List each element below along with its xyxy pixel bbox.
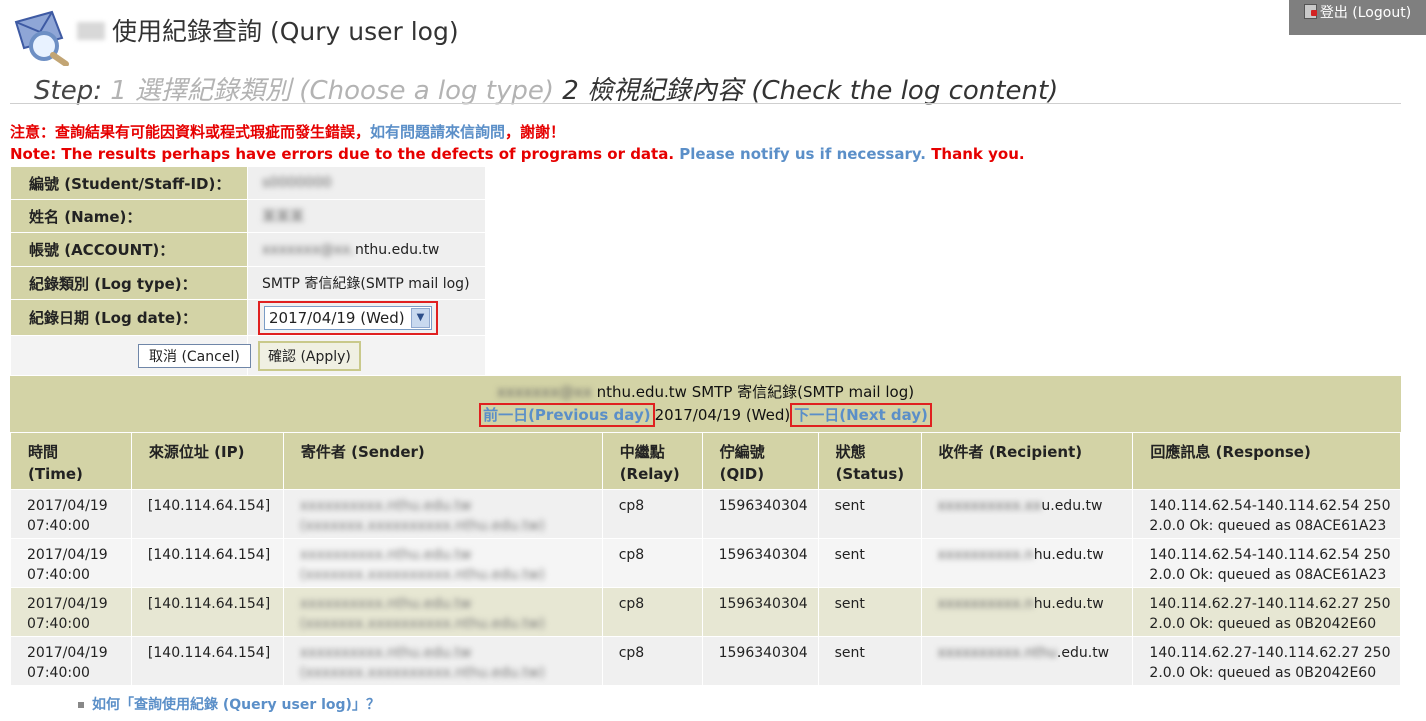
cell-response: 140.114.62.27-140.114.62.27 250 2.0.0 Ok:…	[1132, 587, 1401, 637]
cancel-button[interactable]: 取消 (Cancel)	[138, 343, 251, 368]
cell-ip: [140.114.64.154]	[130, 636, 284, 686]
col-status: 狀態 (Status)	[817, 432, 922, 490]
steps-label: Step:	[34, 76, 102, 106]
note-en-text: Note: The results perhaps have errors du…	[10, 145, 675, 163]
previous-day-link[interactable]: 前一日(Previous day)	[479, 403, 655, 427]
log-current-date: 2017/04/19 (Wed)	[654, 406, 791, 424]
cell-recipient: xxxxxxxxxx.nhu.edu.tw	[920, 587, 1134, 637]
note-en-thanks: Thank you.	[931, 145, 1025, 163]
note-zh-thanks: ，謝謝！	[505, 123, 566, 141]
col-sender: 寄件者 (Sender)	[282, 432, 603, 490]
cell-relay: cp8	[601, 538, 703, 588]
account-label: 帳號 (ACCOUNT)：	[10, 232, 248, 267]
logtype-value: SMTP 寄信紀錄(SMTP mail log)	[247, 266, 486, 300]
cell-response: 140.114.62.54-140.114.62.54 250 2.0.0 Ok:…	[1132, 489, 1401, 539]
cell-status: sent	[817, 587, 922, 637]
cell-status: sent	[817, 538, 922, 588]
cell-response: 140.114.62.54-140.114.62.54 250 2.0.0 Ok:…	[1132, 538, 1401, 588]
steps-breadcrumb: Step: 1 選擇紀錄類別 (Choose a log type) 2 檢視紀…	[34, 70, 1058, 107]
cell-qid: 1596340304	[701, 587, 819, 637]
note-chinese: 注意：查詢結果有可能因資料或程式瑕疵而發生錯誤，如有問題請來信詢問，謝謝！	[10, 121, 565, 142]
note-zh-text: 注意：查詢結果有可能因資料或程式瑕疵而發生錯誤，	[10, 123, 371, 141]
logdate-selected-value: 2017/04/19 (Wed)	[269, 308, 405, 327]
cell-sender: xxxxxxxxxx.nthu.edu.tw (xxxxxxx.xxxxxxxxx…	[282, 489, 603, 539]
logdate-highlight: 2017/04/19 (Wed) ▼	[258, 300, 438, 335]
mail-search-icon	[14, 10, 69, 66]
cell-relay: cp8	[601, 587, 703, 637]
cell-recipient: xxxxxxxxxx.xxu.edu.tw	[920, 489, 1134, 539]
query-form: 編號 (Student/Staff-ID)： s0000000 姓名 (Name…	[10, 166, 486, 376]
note-english: Note: The results perhaps have errors du…	[10, 145, 1025, 163]
log-title: xxxxxxx@xx nthu.edu.tw SMTP 寄信紀錄(SMTP ma…	[496, 383, 915, 401]
cell-recipient: xxxxxxxxxx.nthu.edu.tw	[920, 636, 1134, 686]
cell-qid: 1596340304	[701, 489, 819, 539]
next-day-link[interactable]: 下一日(Next day)	[790, 403, 932, 427]
name-label: 姓名 (Name)：	[10, 199, 248, 233]
cell-time: 2017/04/19 07:40:00	[10, 636, 132, 686]
log-table: 時間 (Time) 來源位址 (IP) 寄件者 (Sender) 中繼點 (Re…	[10, 432, 1401, 686]
log-section: xxxxxxx@xx nthu.edu.tw SMTP 寄信紀錄(SMTP ma…	[10, 376, 1401, 686]
col-time: 時間 (Time)	[10, 432, 132, 490]
logtype-label: 紀錄類別 (Log type)：	[10, 266, 248, 300]
col-qid: 佇編號 (QID)	[701, 432, 819, 490]
logout-door-icon	[1303, 4, 1317, 19]
bullet-icon	[78, 702, 84, 708]
table-row: 2017/04/19 07:40:00 [140.114.64.154] xxxx…	[10, 489, 1401, 539]
logdate-select[interactable]: 2017/04/19 (Wed) ▼	[264, 305, 432, 330]
logout-label: 登出 (Logout)	[1319, 5, 1412, 21]
col-ip: 來源位址 (IP)	[130, 432, 284, 490]
cell-status: sent	[817, 636, 922, 686]
cell-recipient: xxxxxxxxxx.nhu.edu.tw	[920, 538, 1134, 588]
apply-cell: 確認 (Apply)	[247, 335, 486, 376]
cell-time: 2017/04/19 07:40:00	[10, 489, 132, 539]
table-row: 2017/04/19 07:40:00 [140.114.64.154] xxxx…	[10, 636, 1401, 686]
cell-qid: 1596340304	[701, 636, 819, 686]
cell-qid: 1596340304	[701, 538, 819, 588]
id-value: s0000000	[247, 166, 486, 200]
name-value: 某某某	[247, 199, 486, 233]
cell-response: 140.114.62.27-140.114.62.27 250 2.0.0 Ok:…	[1132, 636, 1401, 686]
note-en-contact-link[interactable]: Please notify us if necessary.	[679, 145, 926, 163]
col-recipient: 收件者 (Recipient)	[920, 432, 1134, 490]
cell-time: 2017/04/19 07:40:00	[10, 538, 132, 588]
log-table-header: 時間 (Time) 來源位址 (IP) 寄件者 (Sender) 中繼點 (Re…	[10, 432, 1401, 490]
cell-ip: [140.114.64.154]	[130, 489, 284, 539]
cell-status: sent	[817, 489, 922, 539]
id-label: 編號 (Student/Staff-ID)：	[10, 166, 248, 200]
step-1-link[interactable]: 1 選擇紀錄類別 (Choose a log type)	[110, 76, 554, 106]
account-value: xxxxxxx@xx.nthu.edu.tw	[247, 232, 486, 267]
logout-button[interactable]: 登出 (Logout)	[1289, 0, 1426, 35]
cell-sender: xxxxxxxxxx.nthu.edu.tw (xxxxxxx.xxxxxxxxx…	[282, 636, 603, 686]
log-date-nav: 前一日(Previous day) 2017/04/19 (Wed) 下一日(Nex…	[10, 403, 1401, 427]
col-response: 回應訊息 (Response)	[1132, 432, 1401, 490]
page-title: 使用紀錄查詢 (Qury user log)	[112, 17, 459, 46]
cell-ip: [140.114.64.154]	[130, 587, 284, 637]
apply-button[interactable]: 確認 (Apply)	[258, 340, 361, 371]
table-row: 2017/04/19 07:40:00 [140.114.64.154] xxxx…	[10, 538, 1401, 588]
cell-time: 2017/04/19 07:40:00	[10, 587, 132, 637]
col-relay: 中繼點 (Relay)	[601, 432, 703, 490]
cell-sender: xxxxxxxxxx.nthu.edu.tw (xxxxxxx.xxxxxxxxx…	[282, 538, 603, 588]
cell-relay: cp8	[601, 636, 703, 686]
blurred-title-prefix	[77, 22, 105, 40]
help-link-row: 如何「查詢使用紀錄 (Query user log)」？	[78, 694, 380, 714]
steps-divider	[10, 103, 1401, 104]
chevron-down-icon[interactable]: ▼	[411, 307, 430, 328]
cancel-cell: 取消 (Cancel)	[10, 335, 251, 376]
logdate-cell: 2017/04/19 (Wed) ▼	[247, 299, 486, 336]
cell-sender: xxxxxxxxxx.nthu.edu.tw (xxxxxxx.xxxxxxxxx…	[282, 587, 603, 637]
cell-ip: [140.114.64.154]	[130, 538, 284, 588]
log-header: xxxxxxx@xx nthu.edu.tw SMTP 寄信紀錄(SMTP ma…	[10, 376, 1401, 432]
note-zh-contact-link[interactable]: 如有問題請來信詢問	[370, 123, 505, 141]
table-row: 2017/04/19 07:40:00 [140.114.64.154] xxxx…	[10, 587, 1401, 637]
cell-relay: cp8	[601, 489, 703, 539]
help-link[interactable]: 如何「查詢使用紀錄 (Query user log)」？	[92, 697, 380, 713]
step-2-current: 2 檢視紀錄內容 (Check the log content)	[562, 76, 1059, 106]
logdate-label: 紀錄日期 (Log date)：	[10, 299, 248, 336]
